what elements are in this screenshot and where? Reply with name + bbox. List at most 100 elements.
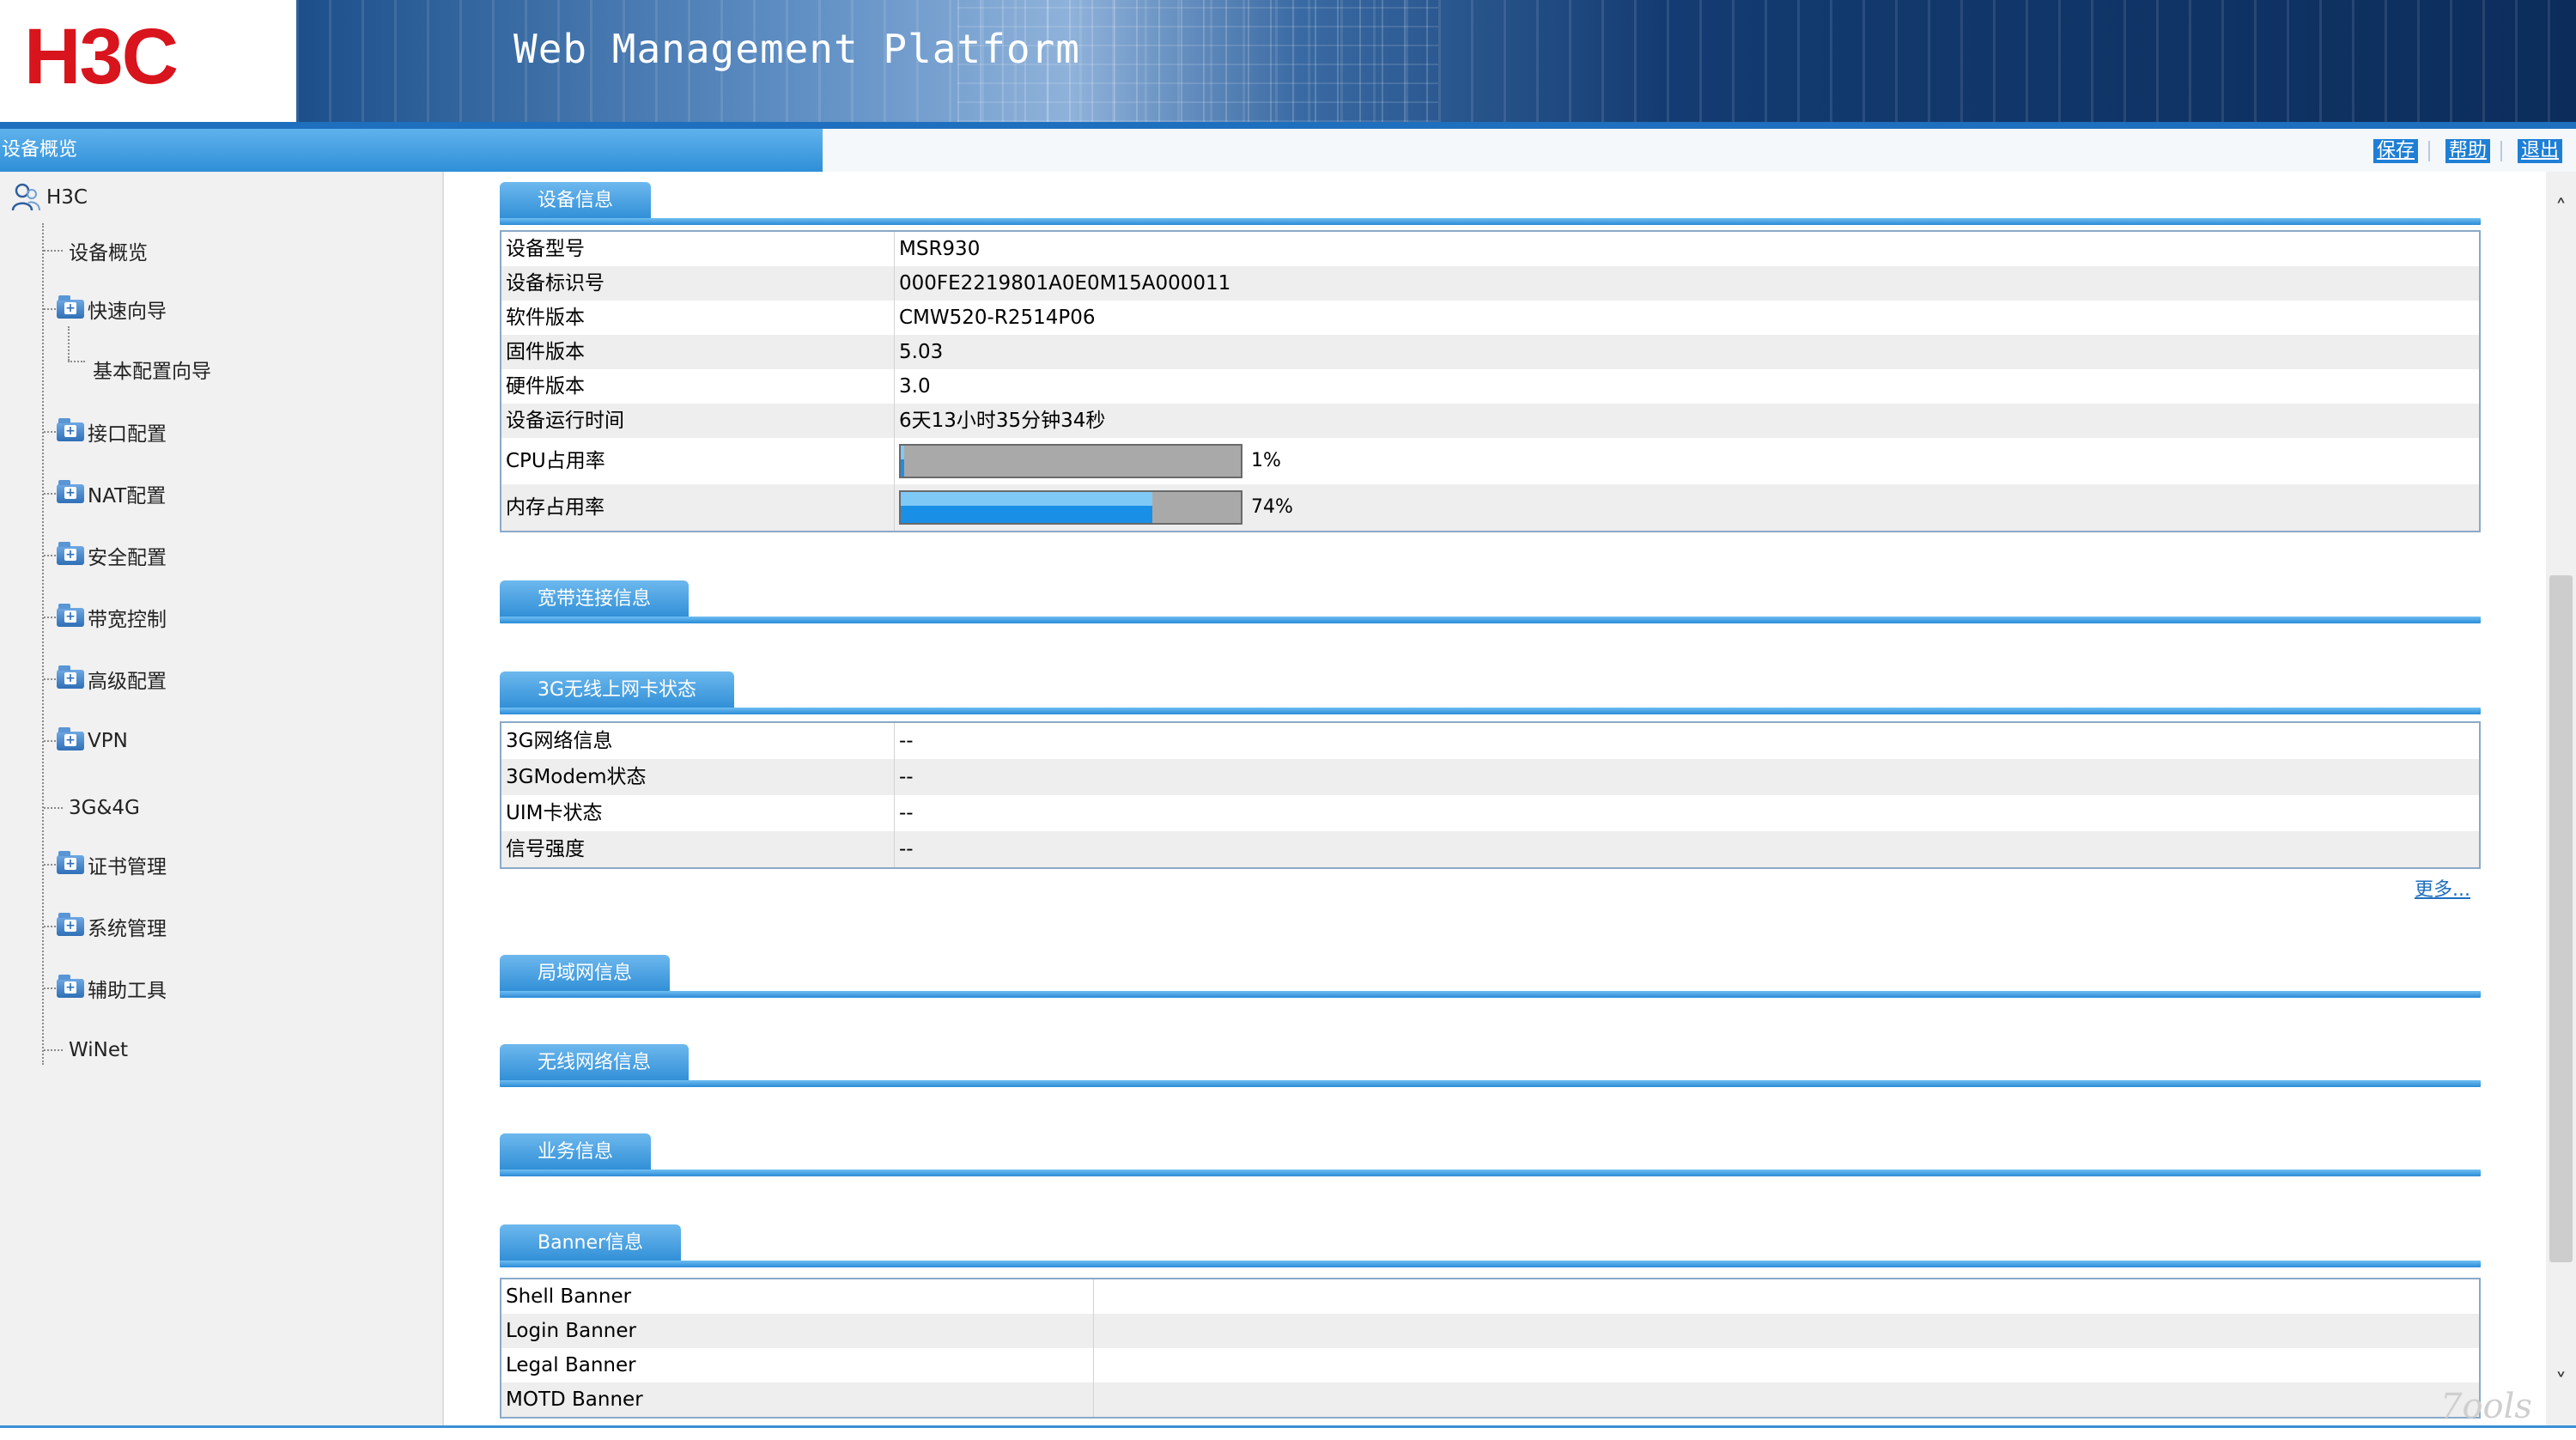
memory-usage-value: 74%: [1251, 496, 1293, 518]
table-row: MOTD Banner: [501, 1382, 2479, 1417]
title-bar: 设备概览 保存 帮助 退出: [0, 122, 2576, 172]
app-title: Web Management Platform: [513, 26, 1080, 72]
section-divider: [500, 1080, 2481, 1087]
cpu-usage-label: CPU占用率: [501, 438, 895, 484]
hardware-version-label: 硬件版本: [501, 369, 895, 404]
sidebar-item-label: 高级配置: [88, 671, 167, 693]
sidebar-item-label: 快速向导: [88, 301, 167, 323]
uim-status-value: --: [899, 802, 914, 824]
device-model-label: 设备型号: [501, 232, 895, 266]
table-row: CPU占用率 1%: [501, 438, 2479, 484]
device-info-table: 设备型号 MSR930 设备标识号 000FE2219801A0E0M15A00…: [500, 230, 2481, 532]
sidebar-item-3g4g[interactable]: 3G&4G: [69, 791, 140, 825]
shell-banner-value: [1094, 1279, 2479, 1314]
table-row: 设备运行时间 6天13小时35分钟34秒: [501, 404, 2479, 438]
uim-status-label: UIM卡状态: [501, 795, 895, 831]
uptime-value: 6天13小时35分钟34秒: [899, 410, 1106, 432]
help-link[interactable]: 帮助: [2445, 139, 2491, 163]
main-content: 设备信息 设备型号 MSR930 设备标识号 000FE2219801A0E0M…: [444, 172, 2546, 1425]
tree-connector: [44, 807, 63, 809]
sidebar-item-label: 系统管理: [88, 918, 167, 940]
memory-usage-bar: [899, 490, 1242, 525]
login-banner-value: [1094, 1314, 2479, 1348]
section-tab-lan[interactable]: 局域网信息: [500, 955, 671, 993]
section-divider: [500, 1170, 2481, 1176]
sidebar-item-bandwidth-control[interactable]: + 带宽控制: [57, 600, 167, 635]
sidebar-item-label: VPN: [88, 730, 128, 752]
memory-usage-label: 内存占用率: [501, 484, 895, 531]
user-group-icon: [11, 183, 40, 211]
table-row: 信号强度 --: [501, 831, 2479, 867]
scroll-thumb[interactable]: [2549, 575, 2573, 1262]
section-tab-broadband[interactable]: 宽带连接信息: [500, 580, 690, 618]
folder-icon: +: [57, 913, 84, 936]
tree-root-label: H3C: [46, 186, 88, 209]
sidebar-item-basic-config-wizard[interactable]: 基本配置向导: [93, 352, 211, 386]
table-row: 3G网络信息 --: [501, 723, 2479, 759]
cpu-usage-bar: [899, 444, 1242, 478]
memory-usage-fill: [901, 492, 1153, 523]
logout-link[interactable]: 退出: [2518, 139, 2563, 163]
legal-banner-label: Legal Banner: [501, 1348, 1094, 1382]
sidebar-item-winet[interactable]: WiNet: [69, 1033, 128, 1067]
3g-status-table: 3G网络信息 -- 3GModem状态 -- UIM卡状态 -- 信号强度 --: [500, 721, 2481, 869]
uptime-label: 设备运行时间: [501, 404, 895, 438]
sidebar-item-quick-wizard[interactable]: + 快速向导: [57, 292, 167, 326]
folder-icon: +: [57, 665, 84, 689]
watermark-logo: 7ools: [2440, 1387, 2532, 1426]
hardware-version-value: 3.0: [899, 375, 931, 398]
vertical-scrollbar[interactable]: ˄ ˅: [2546, 172, 2576, 1425]
scroll-up-icon[interactable]: ˄: [2546, 196, 2576, 230]
table-row: Legal Banner: [501, 1348, 2479, 1382]
bottom-strip: [0, 1425, 2576, 1440]
3g-network-value: --: [899, 730, 914, 752]
sidebar-item-interface-config[interactable]: + 接口配置: [57, 415, 167, 449]
section-tab-service[interactable]: 业务信息: [500, 1133, 652, 1171]
sidebar-item-label: 带宽控制: [88, 609, 167, 631]
table-row: 固件版本 5.03: [501, 335, 2479, 369]
banner-info-table: Shell Banner Login Banner Legal Banner M…: [500, 1278, 2481, 1419]
section-tab-wlan[interactable]: 无线网络信息: [500, 1044, 690, 1082]
sidebar-item-vpn[interactable]: + VPN: [57, 724, 128, 758]
scroll-down-icon[interactable]: ˅: [2546, 1370, 2576, 1404]
section-divider: [500, 617, 2481, 623]
tree-root[interactable]: H3C: [10, 180, 88, 215]
sidebar-item-certificate-management[interactable]: + 证书管理: [57, 848, 167, 882]
save-link[interactable]: 保存: [2373, 139, 2419, 163]
more-link[interactable]: 更多...: [2415, 874, 2470, 902]
section-broadband: 宽带连接信息: [500, 572, 2481, 623]
h3c-logo: H3C: [24, 13, 179, 100]
sidebar-item-label: 3G&4G: [69, 797, 140, 819]
section-tab-device-info[interactable]: 设备信息: [500, 182, 652, 220]
login-banner-label: Login Banner: [501, 1314, 1094, 1348]
cpu-usage-cell: 1%: [895, 438, 2479, 484]
sidebar-item-system-management[interactable]: + 系统管理: [57, 909, 167, 944]
folder-icon: +: [57, 604, 84, 627]
legal-banner-value: [1094, 1348, 2479, 1382]
section-tab-banner[interactable]: Banner信息: [500, 1224, 682, 1262]
3g-modem-label: 3GModem状态: [501, 759, 895, 795]
folder-icon: +: [57, 295, 84, 319]
sidebar-item-label: NAT配置: [88, 485, 167, 507]
table-row: 硬件版本 3.0: [501, 369, 2479, 404]
sidebar-item-security-config[interactable]: + 安全配置: [57, 538, 167, 573]
sidebar-item-advanced-config[interactable]: + 高级配置: [57, 662, 167, 696]
tree-connector: [44, 250, 63, 252]
sidebar-item-device-overview[interactable]: 设备概览: [69, 234, 148, 268]
tree-connector: [68, 361, 85, 362]
sidebar-item-nat-config[interactable]: + NAT配置: [57, 477, 166, 511]
table-row: 设备标识号 000FE2219801A0E0M15A000011: [501, 266, 2479, 301]
sidebar-item-label: WiNet: [69, 1039, 128, 1061]
3g-modem-value: --: [899, 766, 914, 788]
sidebar-item-label: 基本配置向导: [93, 361, 211, 383]
folder-icon: +: [57, 480, 84, 503]
folder-icon: +: [57, 542, 84, 565]
sidebar-item-utilities[interactable]: + 辅助工具: [57, 971, 167, 1006]
table-row: 设备型号 MSR930: [501, 232, 2479, 266]
section-service: 业务信息: [500, 1125, 2481, 1176]
section-banner: Banner信息: [500, 1216, 2481, 1267]
section-3g: 3G无线上网卡状态: [500, 663, 2481, 714]
signal-strength-value: --: [899, 838, 914, 860]
section-lan: 局域网信息: [500, 946, 2481, 998]
section-tab-3g[interactable]: 3G无线上网卡状态: [500, 671, 735, 709]
